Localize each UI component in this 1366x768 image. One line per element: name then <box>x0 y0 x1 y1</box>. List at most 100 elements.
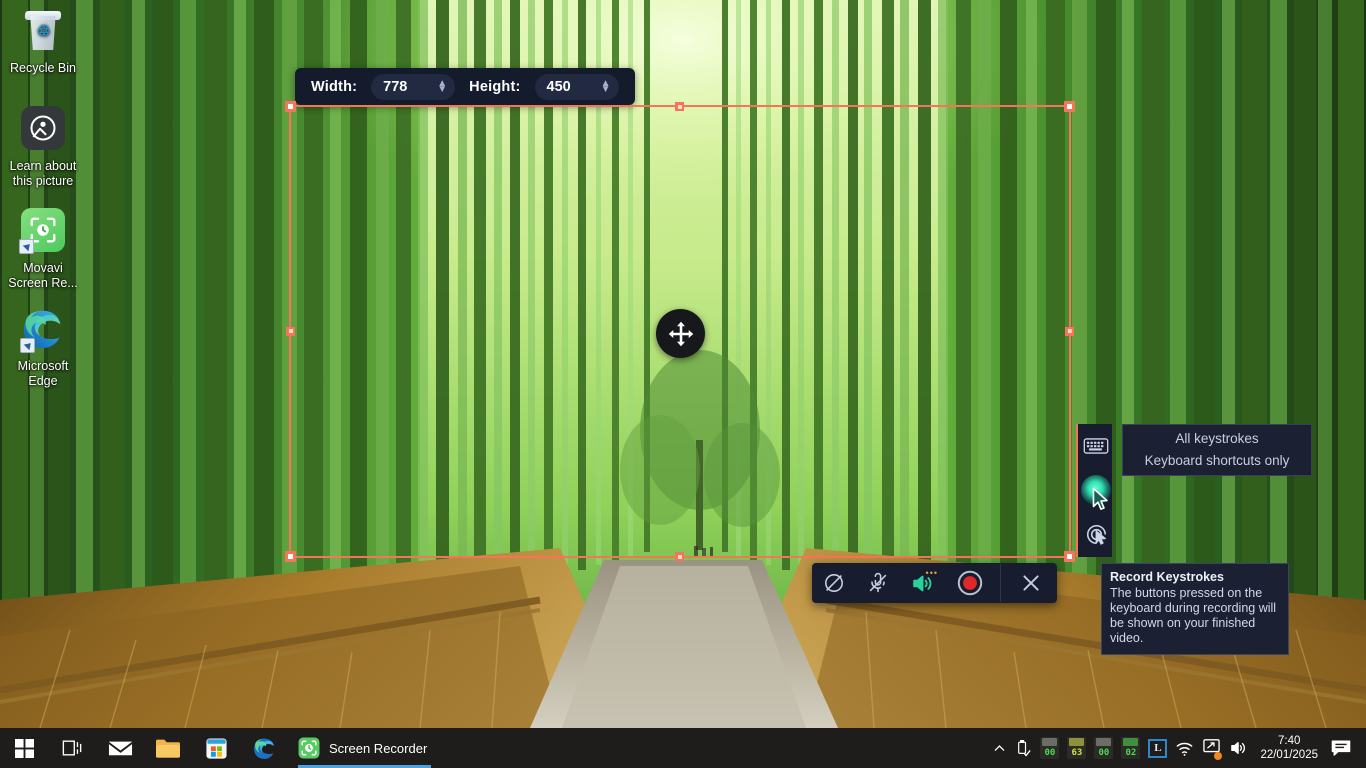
show-clicks-button[interactable] <box>1078 512 1114 556</box>
tray-app-letter: L <box>1148 738 1168 758</box>
movavi-screen-recorder-icon <box>19 208 67 256</box>
monitor-bar <box>1042 738 1058 746</box>
click-effect-icon <box>1086 524 1106 545</box>
monitor-chip: 00 <box>1094 737 1114 759</box>
monitor-value: 02 <box>1125 748 1137 758</box>
desktop-icon-label: Recycle Bin <box>10 61 76 75</box>
width-input[interactable]: 778 ▲ ▼ <box>371 73 456 100</box>
width-label: Width: <box>311 78 358 95</box>
desktop-icon-microsoft-edge[interactable]: Microsoft Edge <box>0 306 86 389</box>
chevron-down-icon[interactable]: ▼ <box>437 84 447 94</box>
desktop-icon-movavi-screen-recorder[interactable]: Movavi Screen Re... <box>0 208 86 291</box>
clock-time: 7:40 <box>1278 735 1301 747</box>
monitor-chip: 00 <box>1040 737 1060 759</box>
monitor-widget-3[interactable]: 00 <box>1090 728 1117 768</box>
wifi-icon <box>1177 742 1193 756</box>
desktop-icon-label-line2: this picture <box>12 174 74 188</box>
taskbar-item-screen-recorder[interactable]: Screen Recorder <box>288 728 441 768</box>
close-x-icon <box>1023 575 1039 591</box>
record-button[interactable] <box>944 563 996 603</box>
store-icon <box>205 737 227 759</box>
desktop-icon-label-line1: Learn about <box>9 159 77 173</box>
keyboard-icon <box>1083 438 1109 454</box>
desktop-icon-label-line2: Edge <box>28 374 58 388</box>
microsoft-edge-icon <box>253 738 274 759</box>
recording-control-bar: ••• <box>812 563 1057 603</box>
spotlight-picture-icon <box>19 106 67 154</box>
tooltip-body: The buttons pressed on the keyboard duri… <box>1110 586 1277 645</box>
notification-icon <box>1331 740 1351 756</box>
task-view-button[interactable] <box>48 728 96 768</box>
usb-eject-button[interactable] <box>1010 728 1036 768</box>
mail-icon <box>108 741 132 755</box>
notification-center-button[interactable] <box>1326 728 1362 768</box>
taskbar-app-label: Screen Recorder <box>329 740 428 756</box>
monitor-value: 63 <box>1071 748 1083 758</box>
movavi-screen-recorder-icon <box>298 737 320 759</box>
move-capture-area-handle[interactable] <box>656 309 705 358</box>
shortcut-arrow-icon <box>20 338 35 353</box>
shortcut-arrow-icon <box>19 239 34 254</box>
file-explorer-button[interactable] <box>144 728 192 768</box>
microphone-off-button[interactable] <box>856 563 900 603</box>
tray-app-button[interactable]: L <box>1144 728 1171 768</box>
microphone-off-icon <box>869 572 887 593</box>
monitor-widget-2[interactable]: 63 <box>1063 728 1090 768</box>
edge-button[interactable] <box>240 728 288 768</box>
desktop-icon-label-line1: Microsoft <box>17 359 69 373</box>
control-bar-divider <box>1000 564 1001 602</box>
desktop-icon-learn-about-this-picture[interactable]: Learn about this picture <box>0 106 86 189</box>
microsoft-edge-icon <box>19 306 67 354</box>
start-button[interactable] <box>0 728 48 768</box>
close-button[interactable] <box>1005 563 1057 603</box>
desktop-icon-label-line2: Screen Re... <box>8 276 78 290</box>
height-label: Height: <box>469 78 521 95</box>
record-icon <box>957 570 983 596</box>
mouse-pointer-cursor <box>1092 487 1108 510</box>
monitor-value: 00 <box>1098 748 1110 758</box>
monitor-widget-1[interactable]: 00 <box>1036 728 1063 768</box>
webcam-off-button[interactable] <box>812 563 856 603</box>
width-stepper[interactable]: ▲ ▼ <box>437 78 447 94</box>
audio-options-dots-icon[interactable]: ••• <box>926 568 938 578</box>
record-keystrokes-tooltip: Record Keystrokes The buttons pressed on… <box>1101 563 1289 655</box>
network-alert-button[interactable] <box>1198 728 1225 768</box>
recycle-bin-icon: ♲ <box>19 8 67 56</box>
usb-eject-icon <box>1018 739 1031 756</box>
tooltip-title: Record Keystrokes <box>1110 570 1224 584</box>
record-keystrokes-button[interactable] <box>1078 424 1114 468</box>
clock-date: 22/01/2025 <box>1260 749 1318 761</box>
volume-icon <box>1231 742 1246 754</box>
menu-item-keyboard-shortcuts-only[interactable]: Keyboard shortcuts only <box>1123 450 1311 472</box>
system-tray: 00 63 00 02 L 7:40 22/01/2025 <box>989 728 1366 768</box>
move-arrows-icon <box>668 321 693 346</box>
menu-item-all-keystrokes[interactable]: All keystrokes <box>1123 428 1311 450</box>
chevron-down-icon[interactable]: ▼ <box>601 84 611 94</box>
webcam-off-icon <box>825 574 843 592</box>
desktop-icon-label-line1: Movavi <box>23 261 63 275</box>
monitor-chip: 63 <box>1067 737 1087 759</box>
desktop-icon-recycle-bin[interactable]: ♲ Recycle Bin <box>0 8 86 76</box>
chevron-up-icon <box>995 744 1005 751</box>
windows-logo-icon <box>14 738 34 758</box>
height-value: 450 <box>546 78 571 95</box>
monitor-widget-4[interactable]: 02 <box>1117 728 1144 768</box>
monitor-chip: 02 <box>1121 737 1141 759</box>
mail-button[interactable] <box>96 728 144 768</box>
alert-dot-icon <box>1214 751 1223 760</box>
volume-button[interactable] <box>1225 728 1252 768</box>
capture-size-toolbar: Width: 778 ▲ ▼ Height: 450 ▲ ▼ <box>295 68 635 105</box>
system-audio-button[interactable]: ••• <box>900 563 944 603</box>
height-stepper[interactable]: ▲ ▼ <box>601 78 611 94</box>
monitor-bar <box>1096 738 1112 746</box>
folder-icon <box>156 739 180 758</box>
tray-overflow-button[interactable] <box>989 728 1010 768</box>
monitor-bar <box>1123 738 1139 746</box>
taskbar-clock[interactable]: 7:40 22/01/2025 <box>1252 734 1326 762</box>
monitor-value: 00 <box>1044 748 1056 758</box>
height-input[interactable]: 450 ▲ ▼ <box>534 73 619 100</box>
wifi-button[interactable] <box>1171 728 1198 768</box>
microsoft-store-button[interactable] <box>192 728 240 768</box>
keystroke-options-menu: All keystrokes Keyboard shortcuts only <box>1122 424 1312 476</box>
task-view-icon <box>62 740 82 756</box>
